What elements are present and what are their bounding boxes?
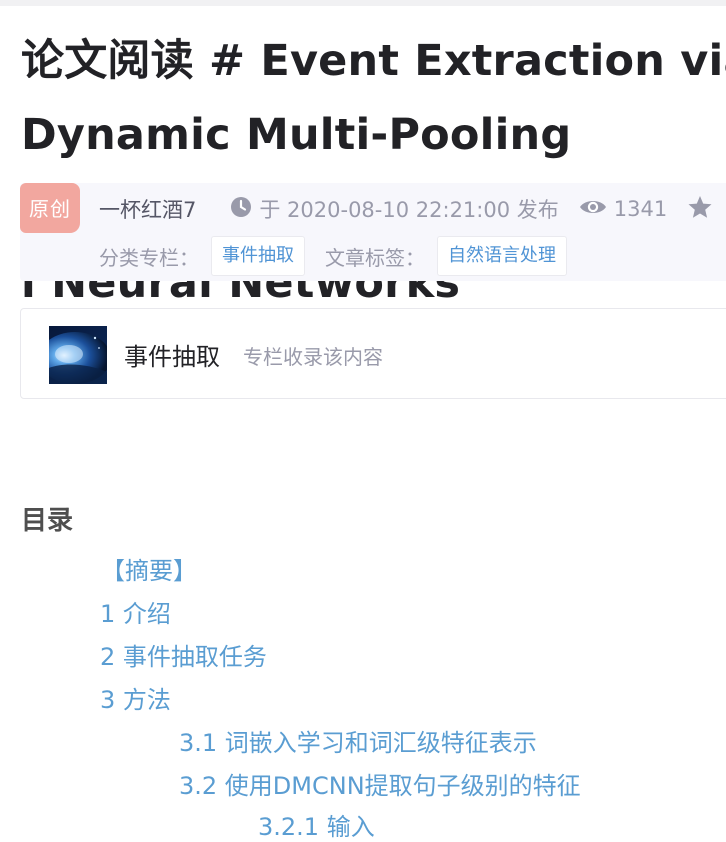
category-tag[interactable]: 事件抽取 [211,236,305,276]
column-card[interactable]: 事件抽取 专栏收录该内容 [20,308,726,399]
category-label: 分类专栏： [99,245,199,270]
clock-icon [230,196,252,223]
toc-item-task[interactable]: 2 事件抽取任务 [100,642,267,672]
author-link[interactable]: 一杯红酒7 [99,194,196,224]
toc-item-3-1[interactable]: 3.1 词嵌入学习和词汇级特征表示 [179,728,537,758]
tags-label: 文章标签： [325,245,425,270]
toc-item-3-2-1[interactable]: 3.2.1 输入 [258,812,375,842]
publish-time: 于 2020-08-10 22:21:00 发布 [259,198,559,222]
column-thumbnail [49,326,107,384]
article-tag[interactable]: 自然语言处理 [437,236,567,276]
column-subtitle: 专栏收录该内容 [243,345,383,369]
article-meta: 一杯红酒7 于 2020-08-10 22:21:00 发布 1341 [99,194,720,224]
tag-row: 分类专栏： 事件抽取 文章标签： 自然语言处理 [99,236,587,276]
original-badge: 原创 [20,183,80,233]
toc-item-method[interactable]: 3 方法 [100,685,171,715]
toc-item-abstract[interactable]: 【摘要】 [101,556,197,586]
toc-heading: 目录 [21,506,74,536]
toc-item-3-2[interactable]: 3.2 使用DMCNN提取句子级别的特征 [179,771,581,801]
toc-item-intro[interactable]: 1 介绍 [100,599,171,629]
top-bar [0,0,726,6]
star-icon[interactable] [687,195,713,224]
eye-icon [579,196,607,223]
column-name[interactable]: 事件抽取 [124,337,220,372]
view-count: 1341 [613,197,668,221]
